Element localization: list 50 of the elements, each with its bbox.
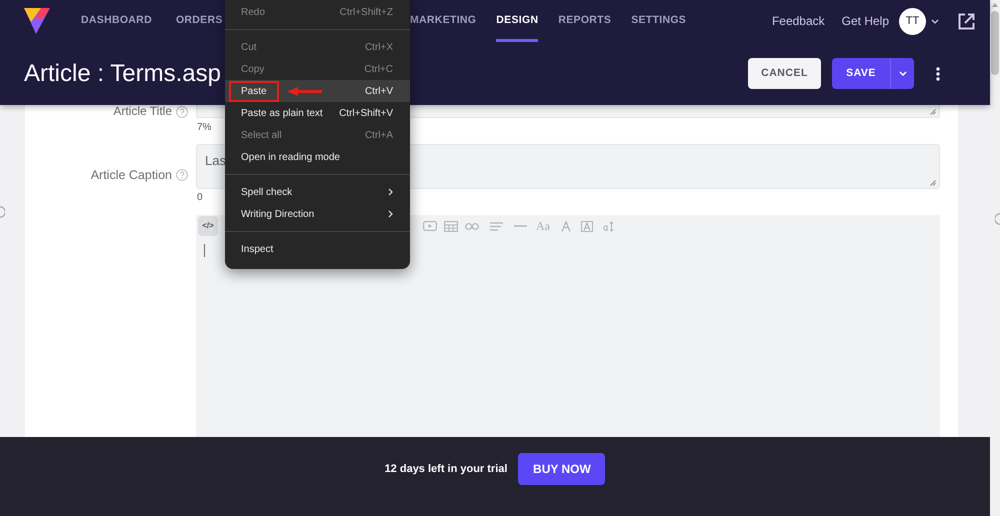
keyboard-shortcut: Ctrl+A: [364, 128, 393, 142]
highlight-color-icon[interactable]: [581, 220, 593, 232]
help-icon[interactable]: [176, 169, 188, 181]
menu-item[interactable]: Paste as plain text Ctrl+Shift+V: [225, 102, 410, 124]
page-title: Article : Terms.asp: [24, 58, 221, 88]
menu-item[interactable]: Open in reading mode: [225, 146, 410, 168]
character-counter: 7%: [196, 122, 212, 133]
menu-item[interactable]: Paste Ctrl+V: [225, 80, 410, 102]
nav-link[interactable]: DESIGN: [496, 0, 538, 42]
save-options-button[interactable]: [890, 58, 914, 89]
text-cursor: [204, 244, 205, 257]
keyboard-shortcut: Ctrl+Shift+V: [339, 106, 393, 120]
code-view-button[interactable]: </>: [198, 216, 218, 236]
scrollbar-thumb[interactable]: [991, 11, 999, 75]
nav-link[interactable]: REPORTS: [558, 0, 612, 42]
keyboard-shortcut: Ctrl+Shift+Z: [340, 6, 393, 20]
table-icon[interactable]: [444, 220, 458, 232]
user-avatar[interactable]: TT: [899, 8, 926, 34]
logo-icon[interactable]: [24, 7, 50, 35]
trial-message: 12 days left in your trial: [384, 462, 508, 477]
cancel-button[interactable]: CANCEL: [748, 58, 821, 89]
keyboard-shortcut: Ctrl+C: [364, 62, 393, 76]
line-height-icon[interactable]: [602, 220, 614, 232]
horizontal-line-icon[interactable]: [514, 225, 527, 227]
nav-link[interactable]: MARKETING: [410, 0, 476, 42]
keyboard-shortcut: Ctrl+X: [364, 40, 393, 54]
keyboard-shortcut: Ctrl+V: [364, 84, 393, 98]
help-icon[interactable]: [176, 106, 188, 118]
align-icon[interactable]: [490, 222, 503, 230]
video-icon[interactable]: [423, 221, 437, 231]
scroll-up-icon[interactable]: [992, 3, 998, 7]
nav-link[interactable]: ORDERS: [176, 0, 223, 42]
help-link[interactable]: Get Help: [842, 12, 889, 30]
field-label: Article Title: [113, 105, 172, 118]
chevron-down-icon: [898, 71, 906, 76]
resize-handle-icon[interactable]: [930, 109, 936, 115]
field-label: Article Caption: [90, 167, 172, 183]
external-link-icon[interactable]: [958, 12, 975, 30]
buy-now-button[interactable]: BUY NOW: [518, 453, 606, 485]
character-counter: 0: [196, 192, 203, 203]
nav-link[interactable]: DASHBOARD: [81, 0, 152, 42]
save-button[interactable]: SAVE: [832, 58, 890, 89]
font-color-icon[interactable]: [561, 220, 571, 232]
resize-handle-icon[interactable]: [930, 180, 936, 186]
link-icon[interactable]: [465, 222, 479, 230]
nav-link[interactable]: SETTINGS: [631, 0, 686, 42]
more-options-icon[interactable]: [936, 66, 940, 80]
menu-item[interactable]: Inspect: [225, 238, 410, 260]
feedback-link[interactable]: Feedback: [772, 12, 825, 30]
chevron-down-icon[interactable]: [931, 18, 939, 24]
